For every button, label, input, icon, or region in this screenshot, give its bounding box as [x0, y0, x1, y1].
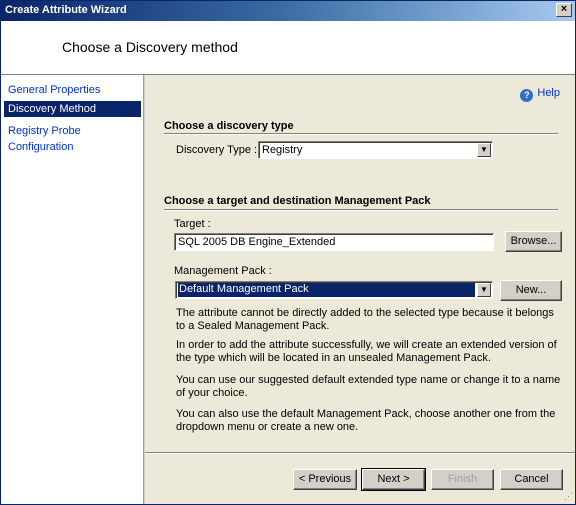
close-button[interactable]: × [556, 3, 572, 17]
title-bar: Create Attribute Wizard × [1, 1, 575, 21]
target-value: SQL 2005 DB Engine_Extended [178, 236, 336, 248]
discovery-type-value: Registry [262, 144, 303, 156]
info-paragraph-1: The attribute cannot be directly added t… [176, 307, 554, 332]
management-pack-select[interactable]: Default Management Pack ▼ [175, 281, 493, 299]
section-divider [164, 209, 558, 211]
info-paragraph-4: You can also use the default Management … [176, 408, 556, 433]
chevron-down-icon[interactable]: ▼ [477, 143, 491, 157]
target-label: Target : [174, 218, 211, 230]
resize-grip-icon[interactable]: ⋰ [564, 491, 573, 502]
browse-button[interactable]: Browse... [505, 231, 562, 252]
footer-divider [145, 452, 575, 454]
next-button[interactable]: Next > [361, 468, 426, 491]
management-pack-label: Management Pack : [174, 265, 272, 277]
nav-item-discovery-method[interactable]: Discovery Method [4, 101, 141, 117]
management-pack-value: Default Management Pack [179, 283, 309, 295]
help-icon: ? [520, 89, 534, 102]
new-management-pack-button[interactable]: New... [500, 280, 562, 301]
nav-item-general-properties[interactable]: General Properties [4, 82, 141, 98]
window-title: Create Attribute Wizard [5, 4, 127, 16]
wizard-content: ? Help Choose a discovery type Discovery … [145, 75, 575, 504]
wizard-nav: General Properties Discovery Method Regi… [1, 75, 144, 504]
help-label: Help [537, 87, 560, 99]
chevron-down-icon[interactable]: ▼ [477, 283, 491, 297]
info-paragraph-2: In order to add the attribute successful… [176, 339, 557, 364]
info-paragraph-3: You can use our suggested default extend… [176, 374, 561, 399]
target-field[interactable]: SQL 2005 DB Engine_Extended [174, 233, 494, 251]
discovery-section-title: Choose a discovery type [164, 120, 294, 132]
finish-button: Finish [431, 469, 494, 490]
discovery-type-select[interactable]: Registry ▼ [258, 141, 493, 159]
wizard-window: Create Attribute Wizard × Choose a Disco… [0, 0, 576, 505]
discovery-type-label: Discovery Type : [176, 144, 258, 156]
nav-item-registry-probe-configuration[interactable]: Registry Probe Configuration [4, 123, 141, 153]
section-divider [164, 133, 558, 135]
cancel-button[interactable]: Cancel [500, 469, 563, 490]
target-section-title: Choose a target and destination Manageme… [164, 195, 431, 207]
previous-button[interactable]: < Previous [293, 469, 357, 490]
wizard-header: Choose a Discovery method [1, 21, 575, 75]
help-link[interactable]: ? Help [520, 87, 560, 102]
page-title: Choose a Discovery method [62, 39, 238, 55]
